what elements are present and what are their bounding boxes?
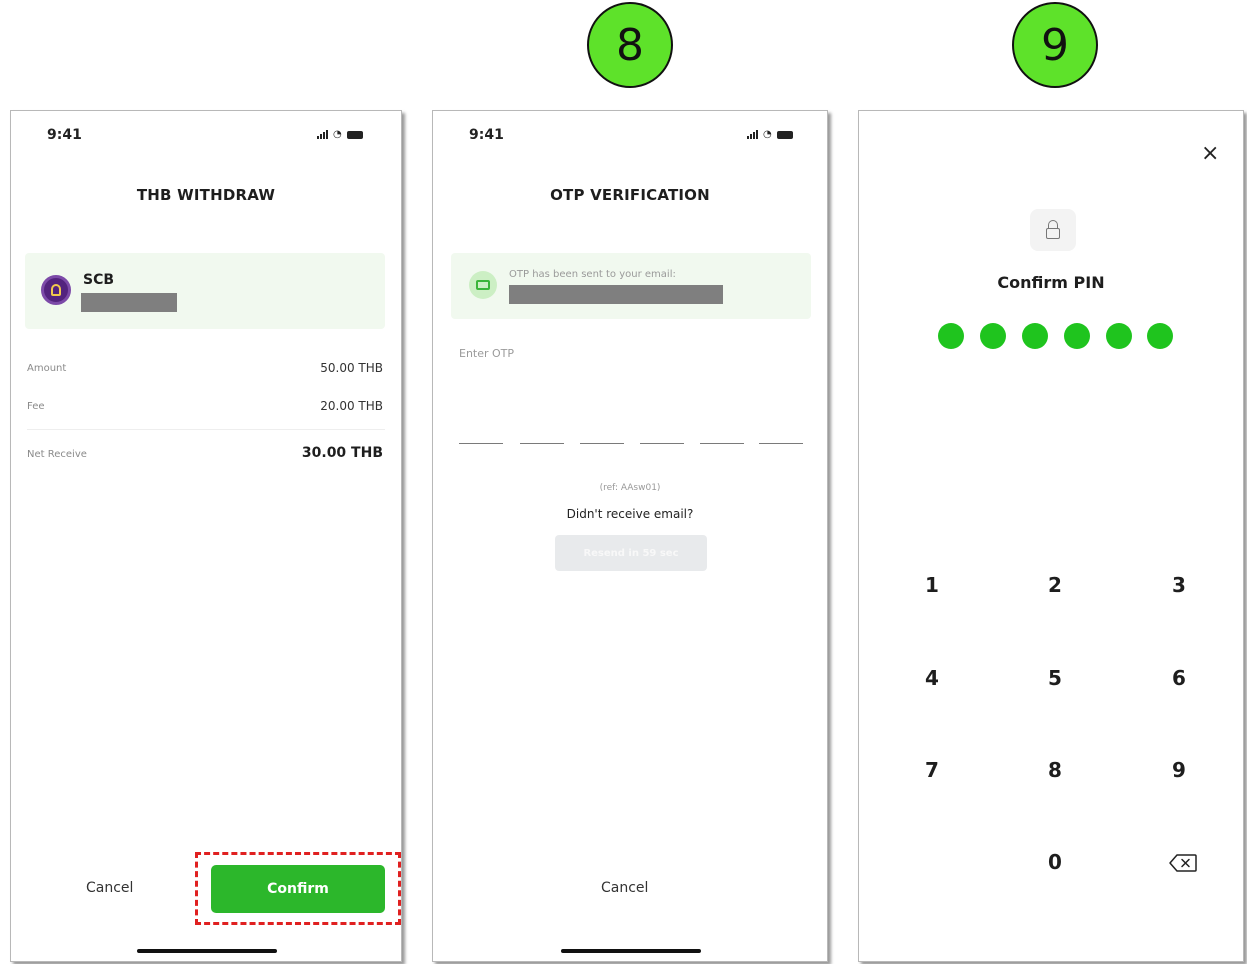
keypad-key-0[interactable]: 0	[1035, 850, 1075, 874]
backspace-icon[interactable]	[1169, 854, 1197, 872]
wifi-icon: ◔	[763, 129, 772, 140]
cancel-button[interactable]: Cancel	[86, 880, 133, 896]
page-title: THB WITHDRAW	[136, 186, 276, 204]
signal-icon	[747, 130, 758, 139]
enter-otp-label: Enter OTP	[459, 347, 515, 360]
resend-button[interactable]: Resend in 59 sec	[555, 535, 707, 571]
divider	[27, 429, 385, 430]
fee-label: Fee	[27, 401, 45, 412]
amount-label: Amount	[27, 363, 67, 374]
close-icon[interactable]: ×	[1201, 141, 1219, 166]
otp-digit-field[interactable]	[459, 443, 503, 444]
didnt-receive-text: Didn't receive email?	[566, 507, 694, 521]
keypad-key-9[interactable]: 9	[1159, 758, 1199, 782]
lock-icon	[1030, 209, 1076, 251]
step-badge-8: 8	[587, 2, 673, 88]
cancel-button[interactable]: Cancel	[601, 880, 648, 896]
otp-sent-note: OTP has been sent to your email:	[509, 269, 676, 280]
mail-icon	[469, 271, 497, 299]
net-receive-value: 30.00 THB	[301, 445, 383, 461]
otp-digit-field[interactable]	[580, 443, 624, 444]
keypad-key-7[interactable]: 7	[912, 758, 952, 782]
keypad-key-6[interactable]: 6	[1159, 666, 1199, 690]
status-time: 9:41	[47, 127, 82, 143]
pin-dot-filled	[1064, 323, 1090, 349]
battery-icon	[346, 130, 363, 139]
status-time: 9:41	[469, 127, 504, 143]
home-indicator	[137, 949, 277, 953]
scb-logo-icon	[41, 275, 71, 305]
pin-dot-filled	[1022, 323, 1048, 349]
status-icons: ◔	[747, 129, 793, 140]
bank-account-card: SCB	[25, 253, 385, 329]
keypad-key-3[interactable]: 3	[1159, 573, 1199, 597]
amount-value: 50.00 THB	[320, 361, 383, 375]
otp-sent-card: OTP has been sent to your email:	[451, 253, 811, 319]
otp-digit-field[interactable]	[700, 443, 744, 444]
keypad-key-1[interactable]: 1	[912, 573, 952, 597]
status-icons: ◔	[317, 129, 363, 140]
keypad-key-2[interactable]: 2	[1035, 573, 1075, 597]
battery-icon	[776, 130, 793, 139]
otp-digit-field[interactable]	[520, 443, 564, 444]
redacted-email	[509, 285, 723, 304]
home-indicator	[561, 949, 701, 953]
redacted-account-number	[81, 293, 177, 312]
keypad-key-8[interactable]: 8	[1035, 758, 1075, 782]
pin-dot-filled	[1147, 323, 1173, 349]
keypad-key-4[interactable]: 4	[912, 666, 952, 690]
signal-icon	[317, 130, 328, 139]
withdraw-screen: 9:41 ◔ THB WITHDRAW SCB Amount 50.00 THB…	[10, 110, 402, 962]
page-title: OTP VERIFICATION	[550, 186, 710, 204]
otp-ref-text: (ref: AAsw01)	[599, 483, 661, 493]
confirm-button[interactable]: Confirm	[211, 865, 385, 913]
bank-name: SCB	[83, 272, 115, 288]
keypad-key-5[interactable]: 5	[1035, 666, 1075, 690]
pin-dot-filled	[938, 323, 964, 349]
otp-digit-field[interactable]	[640, 443, 684, 444]
fee-value: 20.00 THB	[320, 399, 383, 413]
pin-title: Confirm PIN	[997, 273, 1105, 292]
otp-screen: 9:41 ◔ OTP VERIFICATION OTP has been sen…	[432, 110, 828, 962]
pin-screen: × Confirm PIN 1 2 3 4 5 6 7 8 9 0	[858, 110, 1244, 962]
pin-dot-filled	[980, 323, 1006, 349]
step-badge-9: 9	[1012, 2, 1098, 88]
net-receive-label: Net Receive	[27, 449, 87, 460]
pin-dot-filled	[1106, 323, 1132, 349]
otp-digit-field[interactable]	[759, 443, 803, 444]
wifi-icon: ◔	[333, 129, 342, 140]
